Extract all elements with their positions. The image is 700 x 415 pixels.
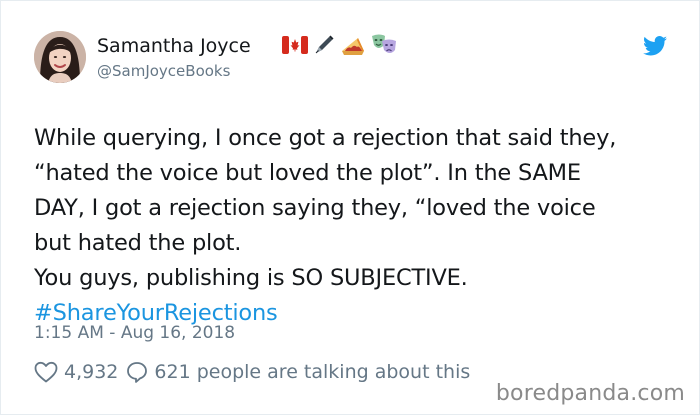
tweet-line: While querying, I once got a rejection t… [34, 125, 617, 151]
heart-icon[interactable] [34, 361, 58, 383]
comment-bubble-icon[interactable] [126, 361, 148, 383]
tweet-timestamp[interactable]: 1:15 AM - Aug 16, 2018 [34, 323, 235, 343]
watermark: boredpanda.com [495, 381, 685, 406]
tweet-card: Samantha Joyce @SamJoyceBooks While quer… [0, 0, 700, 415]
tweet-line: “hated the voice but loved the plot”. In… [34, 160, 581, 186]
pie-icon [342, 38, 364, 55]
user-handle[interactable]: @SamJoyceBooks [97, 62, 230, 80]
tweet-text: While querying, I once got a rejection t… [34, 121, 674, 331]
theater-masks-icon [372, 34, 396, 53]
display-name[interactable]: Samantha Joyce [97, 35, 251, 57]
talking-count[interactable]: 621 people are talking about this [154, 361, 470, 383]
canada-flag-icon [282, 36, 308, 54]
twitter-bird-icon[interactable] [643, 36, 667, 56]
tweet-line: DAY, I got a rejection saying they, “lov… [34, 195, 596, 221]
avatar[interactable] [34, 31, 86, 83]
likes-count: 4,932 [64, 361, 119, 383]
tweet-stats: 4,932 621 people are talking about this [34, 359, 470, 385]
tweet-line: but hated the plot. [34, 230, 242, 256]
pen-icon [315, 35, 334, 54]
tweet-line: You guys, publishing is SO SUBJECTIVE. [34, 265, 468, 291]
name-emojis [282, 32, 398, 58]
